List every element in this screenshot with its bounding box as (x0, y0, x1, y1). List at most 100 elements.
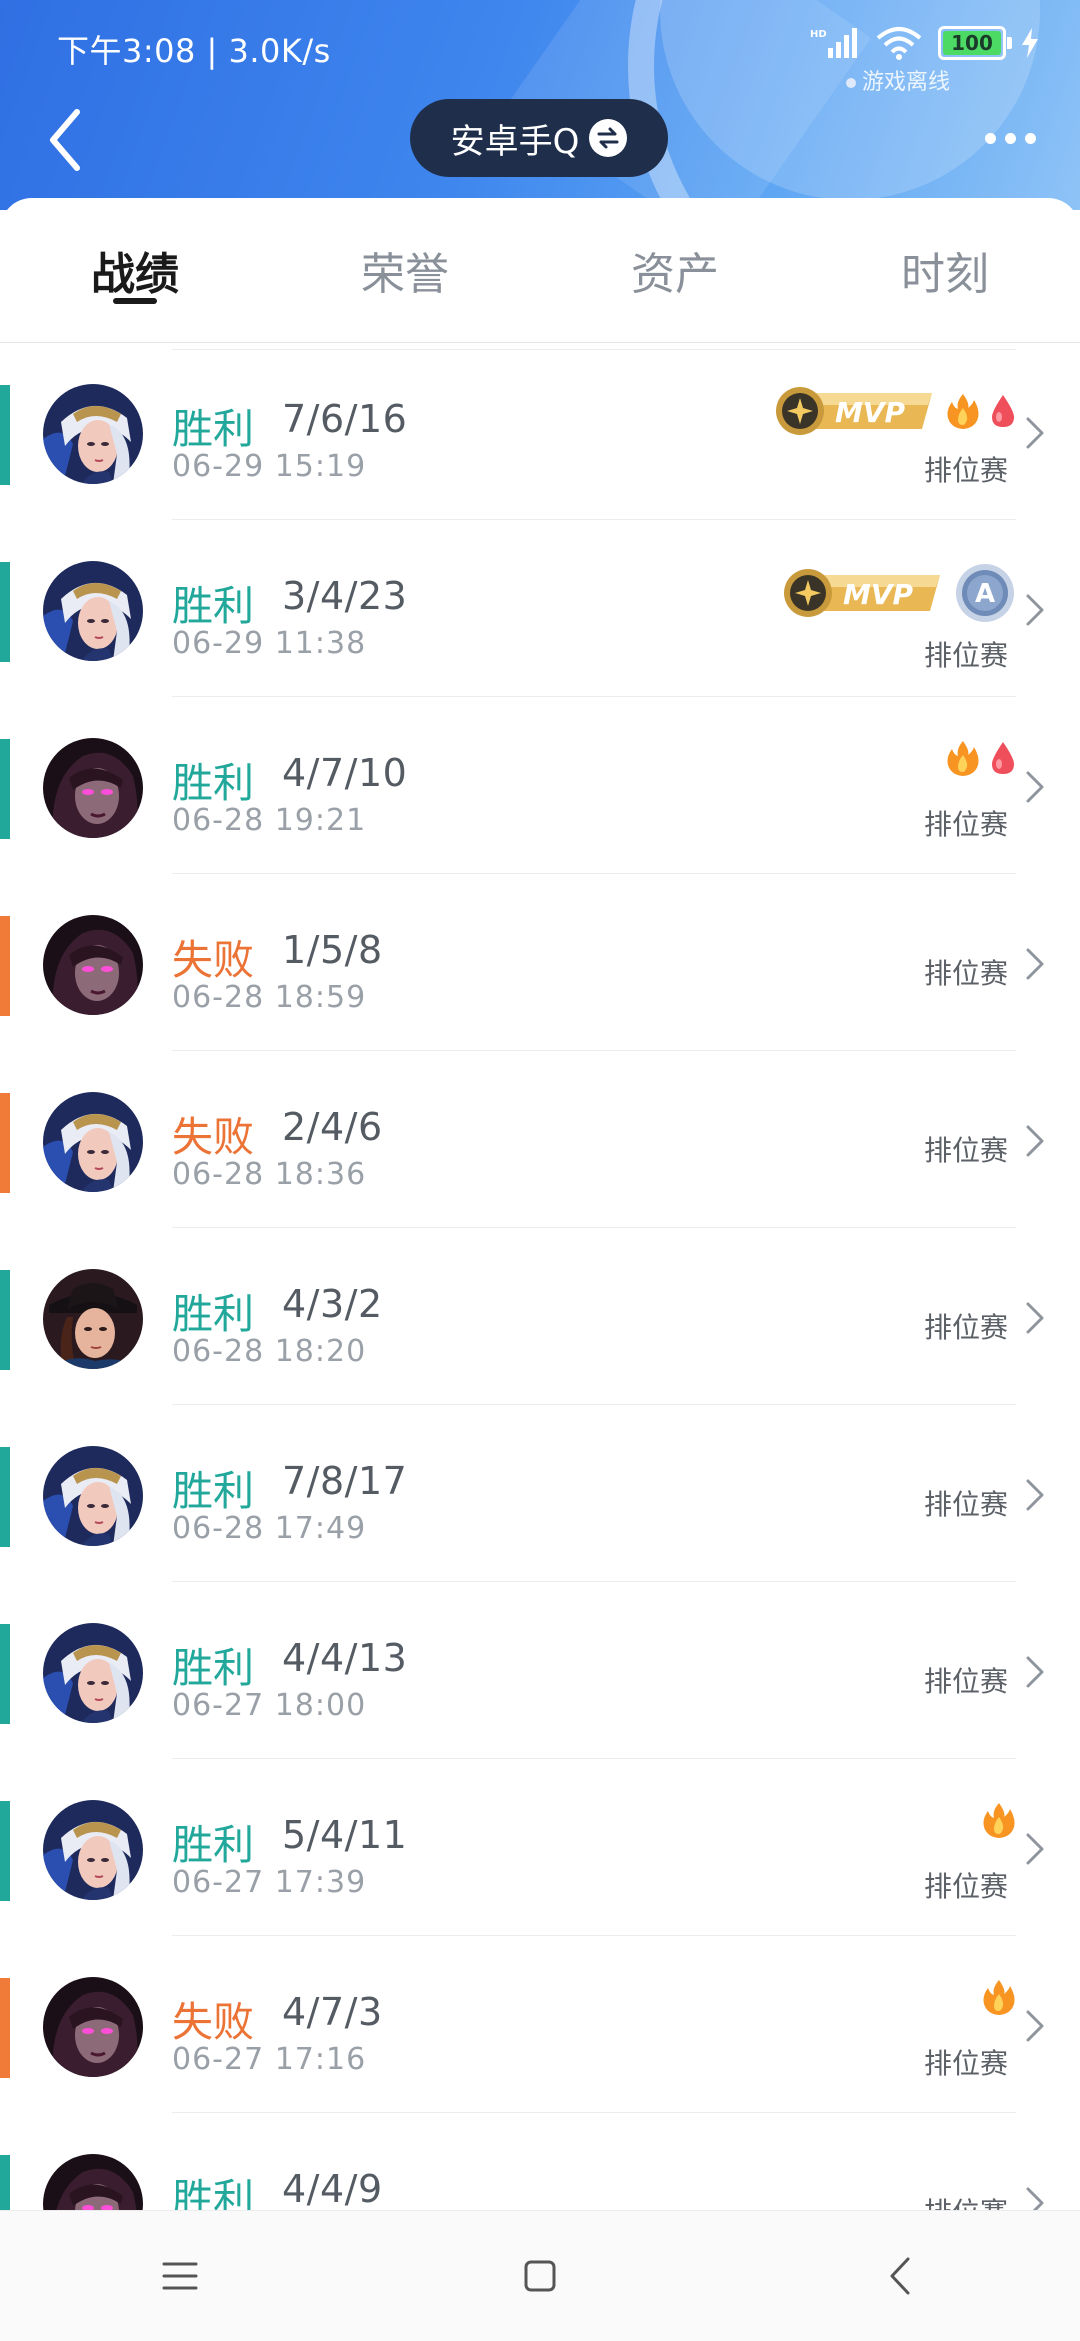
result-indicator-bar (0, 1978, 10, 2078)
match-result: 胜利 (172, 582, 254, 630)
match-kda: 7/6/16 (282, 397, 408, 441)
signal-icon: HD (810, 28, 857, 58)
result-indicator-bar (0, 1093, 10, 1193)
chevron-right-icon (1026, 1833, 1044, 1865)
home-square-icon (524, 2260, 556, 2292)
match-kda: 2/4/6 (282, 1105, 383, 1149)
match-mode: 排位赛 (923, 2047, 1008, 2080)
svg-text:MVP: MVP (843, 578, 914, 611)
match-kda: 5/4/11 (282, 1813, 408, 1857)
more-dot-icon (984, 132, 996, 144)
tab-active-indicator (113, 298, 157, 304)
tab-label: 时刻 (901, 249, 989, 300)
match-time: 06-28 18:36 (172, 1157, 367, 1192)
menu-icon (162, 2262, 198, 2290)
tab-label: 资产 (631, 249, 719, 300)
game-offline-status: 游戏离线 (845, 64, 950, 96)
tab-moments[interactable]: 时刻 (810, 198, 1080, 342)
swap-icon (589, 119, 628, 157)
hero-avatar (43, 1269, 143, 1369)
app-header: 下午3:08 | 3.0K/s HD 100 游戏离线 安卓手Q (0, 0, 1080, 210)
account-switcher[interactable]: 安卓手Q (410, 99, 668, 177)
match-time: 06-27 17:39 (172, 1865, 367, 1900)
tab-label: 荣誉 (361, 249, 449, 300)
match-row[interactable]: 失败 4/7/3 06-27 17:16 排位赛 (0, 1936, 1080, 2113)
fire-icon (947, 741, 979, 776)
svg-text:A: A (975, 579, 995, 609)
match-time: 06-28 18:20 (172, 1334, 367, 1369)
back-button[interactable] (30, 100, 100, 180)
match-row[interactable]: 胜利 4/3/2 06-28 18:20 排位赛 (0, 1228, 1080, 1405)
match-kda: 3/4/23 (282, 574, 408, 618)
svg-text:HD: HD (810, 29, 827, 40)
match-mode: 排位赛 (923, 1134, 1008, 1167)
match-list[interactable]: 胜利 7/6/16 06-29 15:19 MVP 排位赛 胜利 3/4/23 06-29 1… (0, 343, 1080, 2213)
match-result: 胜利 (172, 1821, 254, 1869)
hero-avatar (43, 1092, 143, 1192)
match-mode: 排位赛 (923, 454, 1008, 487)
match-row[interactable]: 胜利 7/8/17 06-28 17:49 排位赛 (0, 1405, 1080, 1582)
match-result: 胜利 (172, 405, 254, 453)
chevron-right-icon (1026, 948, 1044, 980)
mvp-badge-icon: MVP (784, 569, 940, 617)
chevron-right-icon (1026, 417, 1044, 449)
battery-icon: 100 (938, 26, 1012, 60)
result-indicator-bar (0, 739, 10, 839)
match-mode: 排位赛 (923, 1311, 1008, 1344)
match-badges (982, 1801, 1016, 1839)
offline-dot-icon (845, 78, 856, 88)
back-nav-button[interactable] (840, 2236, 960, 2316)
status-bar-time: 下午3:08 | 3.0K/s (57, 32, 331, 70)
match-mode: 排位赛 (923, 639, 1008, 672)
chevron-right-icon (1026, 2187, 1044, 2213)
match-kda: 4/7/10 (282, 751, 408, 795)
match-row[interactable]: 胜利 4/4/9 排位赛 (0, 2113, 1080, 2213)
mvp-badge-icon: MVP (776, 387, 932, 435)
chevron-right-icon (1026, 1125, 1044, 1157)
match-time: 06-27 18:00 (172, 1688, 367, 1723)
match-badges: MVP (774, 385, 1016, 437)
match-badges (946, 739, 1016, 777)
match-result: 胜利 (172, 1467, 254, 1515)
back-arrow-icon (50, 109, 80, 171)
chevron-right-icon (1026, 594, 1044, 626)
hero-avatar (43, 2154, 143, 2213)
match-result: 失败 (172, 936, 254, 984)
match-kda: 4/4/9 (282, 2167, 383, 2211)
more-dot-icon (1004, 132, 1016, 144)
hero-avatar (43, 915, 143, 1015)
result-indicator-bar (0, 385, 10, 485)
match-row[interactable]: 胜利 7/6/16 06-29 15:19 MVP 排位赛 (0, 343, 1080, 520)
account-name: 安卓手Q (450, 121, 580, 162)
fire-icon (983, 1803, 1015, 1838)
match-row[interactable]: 胜利 5/4/11 06-27 17:39 排位赛 (0, 1759, 1080, 1936)
hero-avatar (43, 1800, 143, 1900)
home-nav-button[interactable] (480, 2236, 600, 2316)
chevron-right-icon (1026, 1302, 1044, 1334)
match-row[interactable]: 失败 2/4/6 06-28 18:36 排位赛 (0, 1051, 1080, 1228)
tab-assets[interactable]: 资产 (540, 198, 810, 342)
match-row[interactable]: 胜利 4/4/13 06-27 18:00 排位赛 (0, 1582, 1080, 1759)
match-row[interactable]: 失败 1/5/8 06-28 18:59 排位赛 (0, 874, 1080, 1051)
match-mode: 排位赛 (923, 808, 1008, 841)
menu-nav-button[interactable] (120, 2236, 240, 2316)
chevron-right-icon (1026, 2010, 1044, 2042)
tab-record[interactable]: 战绩 (0, 198, 270, 342)
match-result: 失败 (172, 1998, 254, 2046)
match-row[interactable]: 胜利 3/4/23 06-29 11:38 MVP A 排位赛 (0, 520, 1080, 697)
result-indicator-bar (0, 562, 10, 662)
match-result: 胜利 (172, 2175, 254, 2213)
more-options-button[interactable] (970, 110, 1050, 166)
grade-a-badge-icon: A (956, 564, 1014, 622)
match-row[interactable]: 胜利 4/7/10 06-28 19:21 排位赛 (0, 697, 1080, 874)
chevron-right-icon (1026, 771, 1044, 803)
tab-honor[interactable]: 荣誉 (270, 198, 540, 342)
fire-icon (983, 1980, 1015, 2015)
hero-avatar (43, 561, 143, 661)
match-badges (982, 1978, 1016, 2016)
match-result: 失败 (172, 1113, 254, 1161)
match-badges: MVP A (782, 562, 1016, 624)
chevron-right-icon (1026, 1656, 1044, 1688)
tab-label: 战绩 (91, 249, 179, 300)
match-mode: 排位赛 (923, 1488, 1008, 1521)
